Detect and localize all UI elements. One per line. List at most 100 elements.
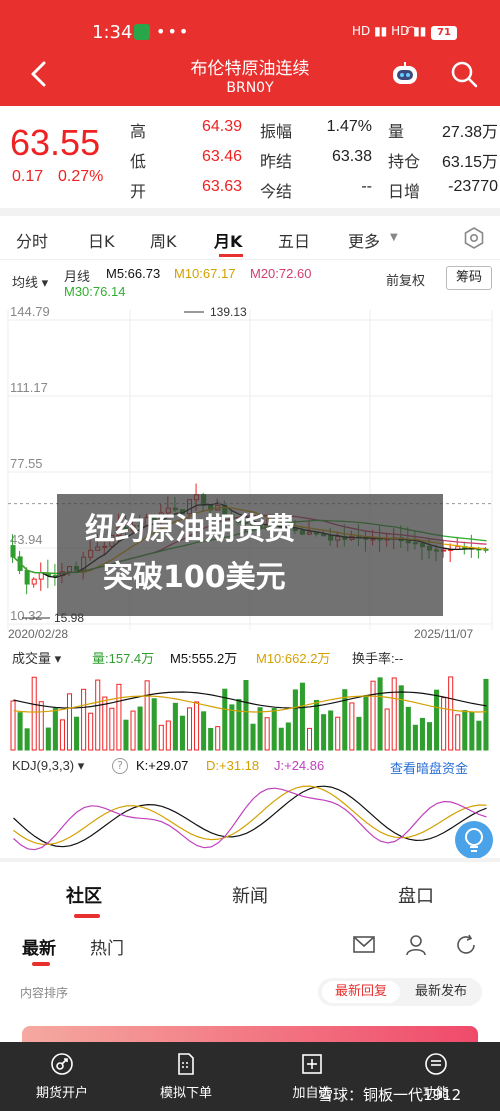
kdj-chart[interactable]: [0, 778, 500, 860]
volume-bar: [10, 700, 16, 751]
volume-bar: [158, 724, 164, 751]
page-title: 布伦特原油连续: [190, 59, 310, 79]
volume-bar: [201, 711, 207, 751]
nav-simulated-order[interactable]: 模拟下单: [136, 1042, 236, 1111]
tab-monthly-k[interactable]: 月K: [214, 228, 242, 252]
price-change-pct: 0.27%: [58, 168, 104, 185]
volume-ma5: M5:555.2万: [170, 651, 238, 666]
battery-icon: 71: [431, 26, 457, 40]
dark-pool-link[interactable]: 查看暗盘资金: [390, 758, 468, 777]
nav-open-account[interactable]: 期货开户: [12, 1042, 112, 1111]
period-label: 月线: [64, 269, 91, 284]
max-price-label: 139.13: [210, 305, 247, 319]
app-notification-icon: [134, 24, 150, 40]
volume-bar: [229, 704, 235, 751]
adjust-mode[interactable]: 前复权: [386, 270, 425, 289]
overlay-line-1: 纽约原油期货费: [85, 512, 295, 547]
tab-daily-k[interactable]: 日K: [88, 228, 115, 252]
volume-bar: [356, 716, 362, 751]
candle-body: [31, 578, 37, 585]
document-icon: [178, 1053, 194, 1075]
volume-bar: [271, 708, 277, 751]
tab-five-day[interactable]: 五日: [278, 228, 310, 252]
mail-icon[interactable]: [352, 934, 376, 956]
volume-bar: [384, 708, 390, 751]
volume-bar: [88, 712, 94, 751]
tab-more[interactable]: 更多: [348, 228, 380, 252]
volume-bar: [483, 678, 489, 751]
volume-bar: [95, 679, 101, 751]
price-axis-label: 111.17: [10, 380, 48, 395]
ma-selector[interactable]: 均线 ▾: [12, 272, 48, 291]
volume-bar: [59, 719, 65, 751]
tab-community[interactable]: 社区: [66, 882, 102, 908]
chips-button[interactable]: 筹码: [446, 266, 492, 290]
settings-icon[interactable]: [462, 226, 486, 250]
refresh-icon[interactable]: [454, 934, 478, 956]
volume-bar: [335, 716, 341, 751]
sort-latest-post[interactable]: 最新发布: [404, 981, 478, 1003]
volume-bar: [31, 676, 37, 751]
volume-bar: [469, 711, 475, 751]
menu-icon: [425, 1053, 447, 1075]
tab-news[interactable]: 新闻: [232, 882, 268, 908]
volume-bar: [328, 710, 334, 751]
volume-bar: [172, 702, 178, 751]
volume-bar: [186, 707, 193, 751]
amplitude-label: 振幅: [260, 124, 293, 141]
clock: 1:34: [92, 22, 133, 43]
high-label: 高: [130, 124, 147, 141]
tab-latest[interactable]: 最新: [22, 934, 56, 959]
volume-selector[interactable]: 成交量 ▾: [12, 648, 61, 667]
volume-bar: [363, 694, 369, 751]
volume-bar: [377, 677, 383, 751]
sort-latest-reply[interactable]: 最新回复: [322, 981, 400, 1003]
volume-bar: [165, 720, 171, 751]
volume-value: 量:157.4万: [92, 651, 155, 666]
volume-bar: [130, 710, 136, 751]
chevron-down-icon: ▼: [390, 232, 398, 243]
volume-bar: [81, 688, 87, 751]
volume-bar: [419, 717, 425, 751]
daily-change-value: -23770: [448, 178, 498, 195]
lightbulb-icon[interactable]: [454, 820, 494, 860]
volume-bar: [38, 701, 44, 751]
volume-bar: [179, 715, 185, 751]
contract-code: BRN0Y: [226, 80, 274, 96]
price-axis-label: 43.94: [10, 532, 43, 547]
volume-bar: [448, 676, 454, 751]
daily-change-label: 日增: [388, 184, 421, 201]
today-settle-label: 今结: [260, 184, 293, 201]
ma30-value: M30:76.14: [64, 284, 126, 299]
active-tab-indicator: [74, 914, 100, 918]
date-end-label: 2025/11/07: [414, 627, 473, 641]
volume-bar: [123, 719, 129, 751]
user-icon[interactable]: [404, 934, 428, 956]
active-tab-indicator: [219, 254, 243, 257]
sort-segmented-control: 最新回复 最新发布: [318, 978, 482, 1006]
nav-label: 模拟下单: [159, 1086, 212, 1101]
volume-chart[interactable]: [0, 670, 500, 752]
tab-intraday[interactable]: 分时: [16, 228, 48, 252]
ma20-value: M20:72.60: [250, 266, 312, 281]
title-bar: 布伦特原油连续 BRN0Y: [0, 44, 500, 106]
search-icon[interactable]: [450, 60, 478, 88]
kdj-selector[interactable]: KDJ(9,3,3) ▾: [12, 758, 84, 774]
help-icon[interactable]: ?: [112, 758, 128, 774]
tab-hot[interactable]: 热门: [90, 934, 124, 959]
promo-banner[interactable]: [22, 1026, 478, 1042]
robot-assistant-icon[interactable]: [390, 60, 420, 88]
tab-order-book[interactable]: 盘口: [398, 882, 434, 908]
feed-subtabs: 最新 热门: [0, 922, 500, 970]
period-tabs: 分时 日K 周K 月K 五日 更多 ▼: [0, 216, 500, 260]
volume-bar: [370, 680, 376, 751]
volume-bar: [250, 723, 256, 751]
volume-bar: [321, 714, 327, 751]
ma-selector-label: 均线: [12, 275, 39, 290]
volume-bar: [24, 728, 30, 751]
tab-weekly-k[interactable]: 周K: [150, 228, 177, 252]
volume-bar: [116, 683, 122, 751]
news-overlay-banner: 纽约原油期货费 突破100美元: [57, 494, 443, 616]
wifi-icon: ◠: [405, 22, 419, 40]
kdj-d: D:+31.18: [206, 758, 260, 773]
